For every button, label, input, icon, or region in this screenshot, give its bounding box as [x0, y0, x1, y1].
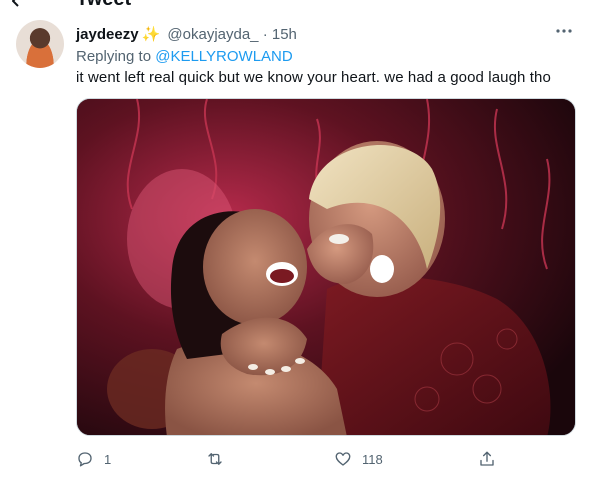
back-arrow-icon[interactable] — [12, 0, 26, 8]
share-button[interactable] — [478, 448, 496, 470]
display-name[interactable]: jaydeezy — [76, 26, 139, 43]
sparkle-icon: ✨ — [141, 26, 161, 43]
retweet-icon — [208, 453, 222, 465]
tweet-photo[interactable] — [76, 98, 576, 436]
replying-to-label: Replying to — [76, 48, 156, 65]
reply-count: 1 — [104, 451, 112, 467]
like-count: 118 — [362, 451, 383, 467]
tweet-actions: 1 118 — [76, 448, 576, 472]
reply-icon — [78, 452, 92, 467]
separator-dot: · — [262, 26, 268, 43]
share-icon — [480, 451, 494, 466]
replying-to: Replying to @KELLYROWLAND — [76, 48, 293, 65]
tweet[interactable]: jaydeezy ✨ @okayjayda_ · 15h Replying to … — [0, 12, 595, 482]
tweet-timestamp[interactable]: 15h — [272, 26, 297, 43]
page-title: Tweet — [76, 0, 131, 11]
tweet-author-line: jaydeezy ✨ @okayjayda_ · 15h — [76, 25, 297, 43]
like-button[interactable]: 118 — [334, 448, 383, 470]
replying-to-mention[interactable]: @KELLYROWLAND — [155, 48, 292, 65]
user-handle[interactable]: @okayjayda_ — [167, 26, 258, 43]
more-options-icon[interactable] — [555, 22, 573, 40]
retweet-button[interactable] — [206, 448, 234, 470]
page-header: Tweet — [0, 0, 595, 12]
tweet-text: it went left real quick but we know your… — [76, 69, 551, 86]
photo-image — [77, 99, 575, 435]
heart-icon — [335, 452, 351, 466]
reply-button[interactable]: 1 — [76, 448, 111, 470]
avatar[interactable] — [16, 20, 64, 68]
